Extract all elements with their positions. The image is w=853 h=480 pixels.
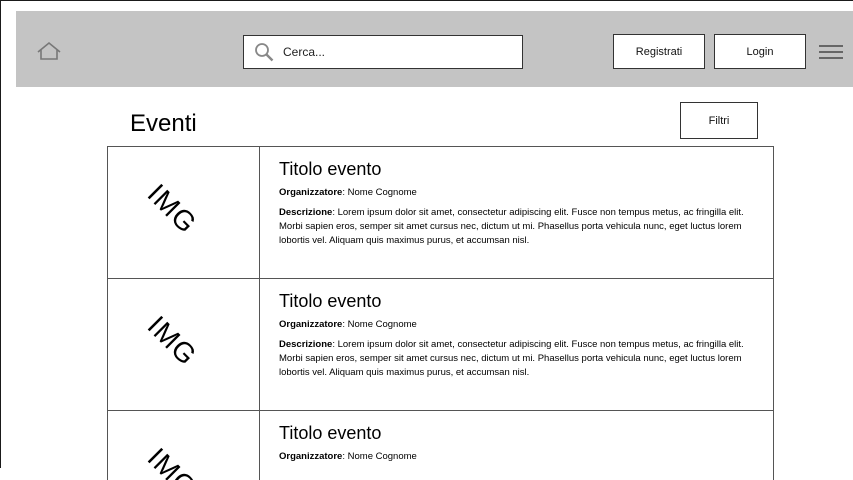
event-image-placeholder: IMG: [108, 411, 260, 480]
organizer-label: Organizzatore: [279, 451, 343, 462]
search-icon: [255, 43, 274, 62]
image-placeholder-label: IMG: [141, 309, 204, 372]
event-title[interactable]: Titolo evento: [279, 159, 759, 180]
page-title: Eventi: [130, 110, 197, 137]
event-organizer: Organizzatore: Nome Cognome: [279, 319, 759, 330]
description-text: : Lorem ipsum dolor sit amet, consectetu…: [279, 207, 744, 246]
organizer-name: : Nome Cognome: [342, 451, 417, 462]
search-input[interactable]: Cerca...: [243, 35, 523, 69]
event-title[interactable]: Titolo evento: [279, 291, 759, 312]
organizer-label: Organizzatore: [279, 319, 343, 330]
search-placeholder: Cerca...: [283, 45, 326, 59]
home-icon[interactable]: [36, 41, 62, 61]
event-image-placeholder: IMG: [108, 147, 260, 278]
login-button[interactable]: Login: [714, 34, 806, 69]
event-description: Descrizione: Lorem ipsum dolor sit amet,…: [279, 338, 759, 380]
hamburger-menu-icon[interactable]: [819, 45, 843, 61]
description-label: Descrizione: [279, 339, 333, 350]
event-organizer: Organizzatore: Nome Cognome: [279, 451, 759, 462]
event-organizer: Organizzatore: Nome Cognome: [279, 187, 759, 198]
description-text: : Lorem ipsum dolor sit amet, consectetu…: [279, 339, 744, 378]
image-placeholder-label: IMG: [141, 177, 204, 240]
event-title[interactable]: Titolo evento: [279, 423, 759, 444]
event-card[interactable]: IMG Titolo evento Organizzatore: Nome Co…: [107, 410, 774, 480]
event-image-placeholder: IMG: [108, 279, 260, 410]
organizer-name: : Nome Cognome: [342, 187, 417, 198]
description-label: Descrizione: [279, 207, 333, 218]
event-description: Descrizione: Lorem ipsum dolor sit amet,…: [279, 206, 759, 248]
organizer-label: Organizzatore: [279, 187, 343, 198]
image-placeholder-label: IMG: [141, 441, 204, 480]
register-button[interactable]: Registrati: [613, 34, 705, 69]
organizer-name: : Nome Cognome: [342, 319, 417, 330]
filter-button[interactable]: Filtri: [680, 102, 758, 139]
top-navbar: Cerca... Registrati Login: [16, 11, 853, 87]
event-card[interactable]: IMG Titolo evento Organizzatore: Nome Co…: [107, 278, 774, 411]
event-card[interactable]: IMG Titolo evento Organizzatore: Nome Co…: [107, 146, 774, 279]
